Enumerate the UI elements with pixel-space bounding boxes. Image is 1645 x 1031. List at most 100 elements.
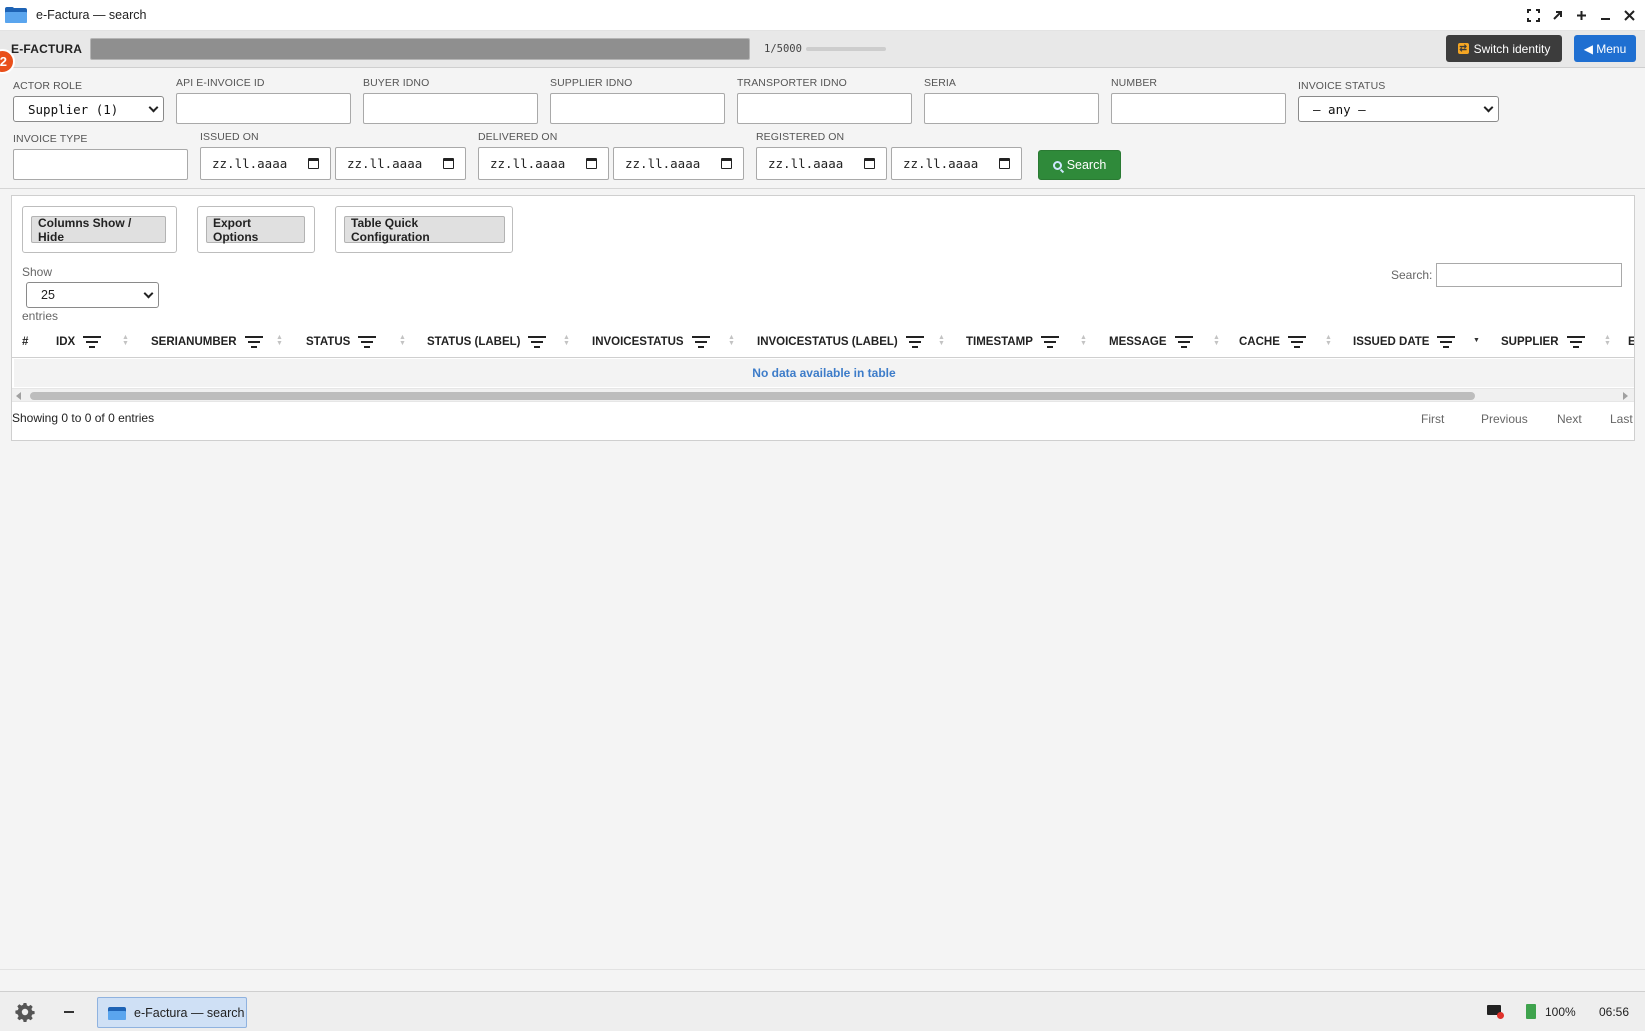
column-header-invoicestatus-label[interactable]: INVOICESTATUS (LABEL) xyxy=(757,326,924,357)
search-icon xyxy=(1052,160,1062,170)
calendar-icon[interactable] xyxy=(586,158,597,169)
issued-on-from-input[interactable]: zz.ll.aaaa xyxy=(200,147,331,180)
filter-icon[interactable] xyxy=(244,336,263,348)
filter-icon[interactable] xyxy=(1566,336,1585,348)
column-header-status[interactable]: STATUS xyxy=(306,326,377,357)
sort-icon[interactable]: ▲ ▼ xyxy=(276,334,283,347)
filter-icon[interactable] xyxy=(1437,336,1456,348)
maximize-icon[interactable] xyxy=(1571,6,1591,26)
number-input[interactable] xyxy=(1111,93,1286,124)
sort-icon[interactable]: ▲ ▼ xyxy=(399,334,406,347)
filter-icon[interactable] xyxy=(83,336,102,348)
folder-icon xyxy=(108,1006,126,1020)
seria-label: SERIA xyxy=(924,77,957,89)
menu-button[interactable]: ◀ Menu xyxy=(1574,35,1636,62)
horizontal-scrollbar[interactable] xyxy=(12,388,1634,402)
search-button[interactable]: Search xyxy=(1038,150,1121,180)
column-header-invoicestatus[interactable]: INVOICESTATUS xyxy=(592,326,710,357)
filter-icon[interactable] xyxy=(528,336,547,348)
taskbar-item-efactura[interactable]: e-Factura — search xyxy=(97,997,247,1028)
minimize-icon[interactable] xyxy=(1595,6,1615,26)
folder-icon xyxy=(5,7,27,23)
pager-last[interactable]: Last xyxy=(1610,412,1633,426)
fullscreen-icon[interactable] xyxy=(1523,6,1543,26)
battery-percent: 100% xyxy=(1545,1005,1576,1019)
column-header-serianumber[interactable]: SERIANUMBER xyxy=(151,326,263,357)
scroll-left-icon[interactable] xyxy=(16,392,21,400)
minimize-all-icon[interactable] xyxy=(64,1011,74,1013)
calendar-icon[interactable] xyxy=(999,158,1010,169)
chevron-down-icon xyxy=(143,288,154,299)
switch-identity-label: Switch identity xyxy=(1473,41,1551,56)
columns-show-hide-button[interactable]: Columns Show / Hide xyxy=(31,216,166,244)
network-disconnected-icon[interactable] xyxy=(1487,1005,1504,1019)
clock[interactable]: 06:56 xyxy=(1599,1005,1629,1019)
taskbar-item-label: e-Factura — search xyxy=(134,1005,245,1020)
pager-next[interactable]: Next xyxy=(1557,412,1582,426)
api-invoice-id-label: API E-INVOICE ID xyxy=(176,77,265,89)
page-length-select[interactable]: 25 xyxy=(26,282,159,308)
sort-icon[interactable]: ▲ ▼ xyxy=(1080,334,1087,347)
scrollbar-thumb[interactable] xyxy=(30,392,1475,400)
scroll-right-icon[interactable] xyxy=(1623,392,1628,400)
restore-icon[interactable] xyxy=(1547,6,1567,26)
sort-icon[interactable]: ▲ ▼ xyxy=(122,334,129,347)
entries-label: entries xyxy=(22,309,59,323)
gear-icon[interactable] xyxy=(15,1002,35,1022)
filter-icon[interactable] xyxy=(905,336,924,348)
sort-descending-icon[interactable]: ▼ xyxy=(1473,337,1480,344)
column-header-number: # xyxy=(22,336,29,348)
delivered-on-to-input[interactable]: zz.ll.aaaa xyxy=(613,147,744,180)
calendar-icon[interactable] xyxy=(443,158,454,169)
invoice-type-input[interactable] xyxy=(13,149,188,180)
api-invoice-id-input[interactable] xyxy=(176,93,351,124)
buyer-idno-input[interactable] xyxy=(363,93,538,124)
pager-first[interactable]: First xyxy=(1421,412,1444,426)
sort-icon[interactable]: ▲ ▼ xyxy=(1325,334,1332,347)
column-header-status-label[interactable]: STATUS (LABEL) xyxy=(427,326,547,357)
filter-icon[interactable] xyxy=(1287,336,1306,348)
table-search-input[interactable] xyxy=(1436,263,1622,287)
export-options-button[interactable]: Export Options xyxy=(206,216,305,244)
registered-on-to-input[interactable]: zz.ll.aaaa xyxy=(891,147,1022,180)
column-header-supplier[interactable]: SUPPLIER xyxy=(1501,326,1585,357)
sort-icon[interactable]: ▲ ▼ xyxy=(1213,334,1220,347)
column-header-issued-date[interactable]: ISSUED DATE xyxy=(1353,326,1456,357)
pager-previous[interactable]: Previous xyxy=(1481,412,1528,426)
supplier-idno-input[interactable] xyxy=(550,93,725,124)
export-button-group: Export Options xyxy=(197,206,315,253)
battery-icon[interactable] xyxy=(1526,1004,1536,1019)
sort-icon[interactable]: ▲ ▼ xyxy=(1604,334,1611,347)
issued-on-to-input[interactable]: zz.ll.aaaa xyxy=(335,147,466,180)
calendar-icon[interactable] xyxy=(721,158,732,169)
window-status-strip xyxy=(0,969,1645,991)
brand-title: E-FACTURA xyxy=(11,42,83,56)
column-header-timestamp[interactable]: TIMESTAMP xyxy=(966,326,1059,357)
calendar-icon[interactable] xyxy=(864,158,875,169)
actor-role-select[interactable]: Supplier (1) xyxy=(13,96,164,122)
quick-config-button-group: Table Quick Configuration xyxy=(335,206,513,253)
column-header-message[interactable]: MESSAGE xyxy=(1109,326,1193,357)
switch-identity-button[interactable]: ⇄ Switch identity xyxy=(1446,35,1562,62)
filter-icon[interactable] xyxy=(691,336,710,348)
filter-icon[interactable] xyxy=(358,336,377,348)
sort-icon[interactable]: ▲ ▼ xyxy=(728,334,735,347)
sort-icon[interactable]: ▲ ▼ xyxy=(563,334,570,347)
filter-icon[interactable] xyxy=(1040,336,1059,348)
invoice-status-select[interactable]: — any — xyxy=(1298,96,1499,122)
registered-on-from-input[interactable]: zz.ll.aaaa xyxy=(756,147,887,180)
column-header-idx[interactable]: IDX xyxy=(56,326,102,357)
table-quick-config-button[interactable]: Table Quick Configuration xyxy=(344,216,505,244)
calendar-icon[interactable] xyxy=(308,158,319,169)
column-header-truncated[interactable]: E xyxy=(1628,326,1634,357)
delivered-on-from-input[interactable]: zz.ll.aaaa xyxy=(478,147,609,180)
transporter-idno-input[interactable] xyxy=(737,93,912,124)
supplier-idno-label: SUPPLIER IDNO xyxy=(550,77,633,89)
close-icon[interactable] xyxy=(1619,6,1639,26)
invoice-status-value: — any — xyxy=(1313,101,1366,117)
seria-input[interactable] xyxy=(924,93,1099,124)
column-header-cache[interactable]: CACHE xyxy=(1239,326,1306,357)
filter-icon[interactable] xyxy=(1174,336,1193,348)
sort-icon[interactable]: ▲ ▼ xyxy=(938,334,945,347)
progress-count: 1/5000 xyxy=(764,43,802,55)
